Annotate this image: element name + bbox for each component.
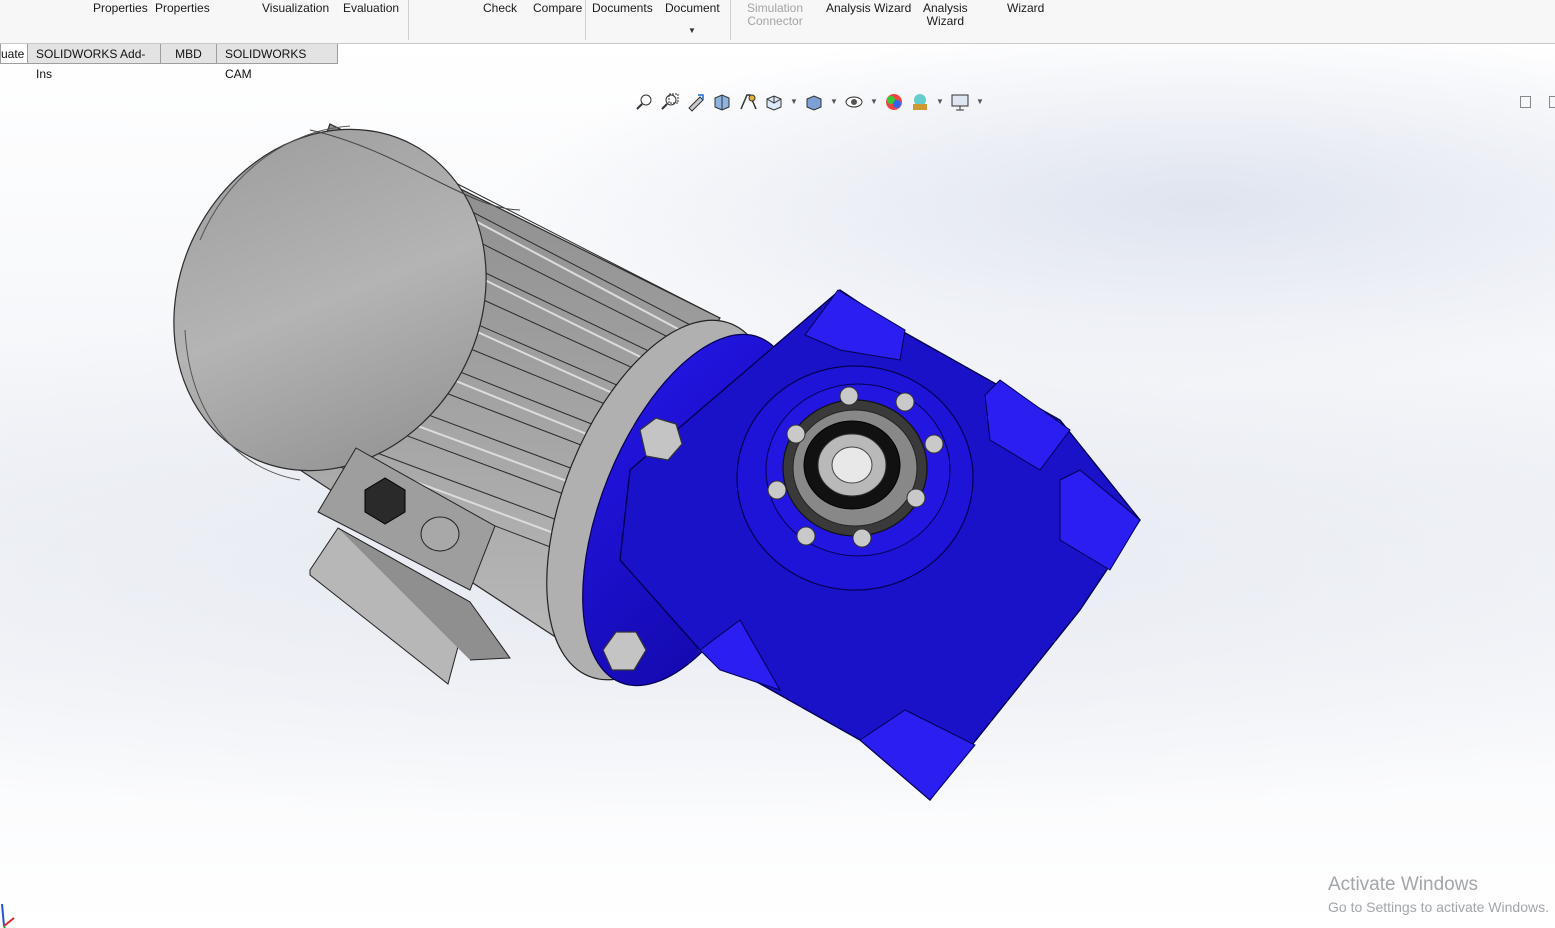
zoom-to-fit-icon[interactable] (634, 92, 654, 112)
gearmotor-model[interactable] (0, 44, 1555, 928)
evaluation-button[interactable]: Evaluation (343, 2, 399, 15)
simulation-connector-button[interactable]: Simulation Connector (747, 2, 803, 28)
view-settings-caret-icon[interactable]: ▼ (976, 97, 984, 106)
apply-scene-icon[interactable] (910, 92, 930, 112)
wizard-button[interactable]: Wizard (1007, 2, 1044, 15)
tab-mbd[interactable]: MBD (160, 44, 217, 64)
compare-button[interactable]: Compare (533, 2, 582, 15)
ribbon-separator (585, 0, 586, 40)
properties-button-2[interactable]: Properties (155, 2, 210, 15)
analysis-wizard-button[interactable]: Analysis Wizard (826, 2, 911, 15)
previous-view-icon[interactable] (686, 92, 706, 112)
watermark-subtitle: Go to Settings to activate Windows. (1328, 899, 1549, 915)
zoom-to-area-icon[interactable] (660, 92, 680, 112)
edit-appearance-icon[interactable] (884, 92, 904, 112)
view-orientation-icon[interactable] (764, 92, 784, 112)
tab-evaluate[interactable]: uate (0, 44, 28, 64)
close-pane-icon[interactable] (1549, 96, 1555, 108)
watermark-title: Activate Windows (1328, 874, 1478, 895)
graphics-area[interactable]: ▼ ▼ ▼ ▼ ▼ Activate Windows Go to Setting… (0, 44, 1555, 928)
display-style-caret-icon[interactable]: ▼ (830, 97, 838, 106)
properties-button-1[interactable]: Properties (93, 2, 148, 15)
visualization-button[interactable]: Visualization (262, 2, 329, 15)
command-manager-ribbon: Properties Properties Visualization Eval… (0, 0, 1555, 44)
activate-windows-watermark: Activate Windows Go to Settings to activ… (1328, 874, 1549, 917)
view-orientation-caret-icon[interactable]: ▼ (790, 97, 798, 106)
documents-button[interactable]: Documents (592, 2, 653, 15)
check-button[interactable]: Check (483, 2, 517, 15)
document-dropdown-caret-icon[interactable]: ▼ (688, 26, 696, 35)
apply-scene-caret-icon[interactable]: ▼ (936, 97, 944, 106)
ribbon-separator (730, 0, 731, 40)
analysis-wizard-button-2[interactable]: Analysis Wizard (923, 2, 968, 28)
reference-triad-icon (1, 903, 15, 928)
hide-show-items-icon[interactable] (844, 92, 864, 112)
dynamic-annotation-icon[interactable] (738, 92, 758, 112)
document-button[interactable]: Document (665, 2, 720, 15)
tab-solidworks-add-ins[interactable]: SOLIDWORKS Add-Ins (27, 44, 161, 81)
view-settings-icon[interactable] (950, 92, 970, 112)
hide-show-caret-icon[interactable]: ▼ (870, 97, 878, 106)
tab-solidworks-cam[interactable]: SOLIDWORKS CAM (216, 44, 338, 81)
display-style-icon[interactable] (804, 92, 824, 112)
ribbon-separator (408, 0, 409, 40)
output-shaft-hole (831, 446, 873, 484)
restore-pane-icon[interactable] (1520, 96, 1531, 108)
section-view-icon[interactable] (712, 92, 732, 112)
